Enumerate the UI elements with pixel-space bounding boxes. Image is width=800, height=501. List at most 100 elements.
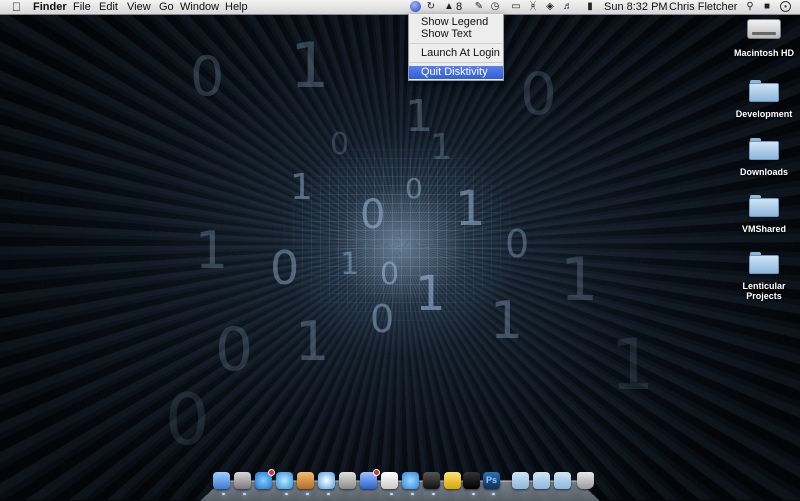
disktivity-status-menu: Show Legend Show Text Launch At Login Qu… [408, 14, 504, 81]
menu-bar:  Finder File Edit View Go Window Help ↻… [0, 0, 800, 15]
menu-window[interactable]: Window [180, 1, 219, 13]
wallpaper-digit: 1 [430, 127, 453, 168]
wallpaper-digit: 1 [290, 29, 330, 102]
battery-icon[interactable]: ▮ [583, 1, 597, 12]
adium-status-icon[interactable]: ▲ [444, 1, 454, 12]
dock-running-indicator [492, 493, 495, 495]
wallpaper-digit: 0 [370, 297, 395, 341]
pencil-icon[interactable] [360, 469, 380, 489]
wallpaper-digit: 0 [190, 45, 225, 108]
app-store-icon[interactable] [255, 469, 275, 489]
desktop-icon-downloads[interactable]: Downloads [724, 138, 800, 177]
airplay-icon[interactable]: ▭ [511, 1, 521, 12]
mail-icon[interactable] [339, 472, 356, 489]
desktop-icon-label: Downloads [739, 167, 788, 177]
launchpad-icon[interactable] [234, 472, 251, 489]
notification-badge [268, 469, 275, 476]
trash-icon[interactable] [577, 472, 594, 489]
menu-clock[interactable]: Sun 8:32 PM [604, 1, 668, 13]
menu-user-name[interactable]: Chris Fletcher [669, 1, 737, 13]
wallpaper-digit: 1 [610, 324, 655, 406]
wallpaper-digit: 0 [405, 172, 423, 205]
status-count: 8 [456, 1, 463, 13]
dock-running-indicator [285, 493, 288, 495]
notification-badge [373, 469, 380, 476]
wallpaper-digit: 1 [490, 291, 524, 351]
wallpaper-digit: 1 [415, 266, 446, 322]
spotlight-search-icon[interactable]: ⚲ [745, 1, 755, 12]
photoshop-icon[interactable]: Ps [483, 472, 500, 489]
gauge-icon[interactable] [444, 472, 461, 489]
folder-icon[interactable] [533, 472, 550, 489]
wallpaper-digit: 1 [290, 167, 313, 208]
time-machine-icon[interactable]: ◷ [490, 1, 500, 12]
wallpaper-digit: 1 [295, 310, 330, 373]
menu-separator [410, 43, 502, 44]
wallpaper-digit: 0 [505, 222, 530, 266]
wallpaper-digit: 0 [165, 379, 210, 461]
messages-icon[interactable] [402, 472, 419, 489]
finder-icon[interactable] [213, 472, 230, 489]
wallpaper-digit: 0 [520, 60, 557, 128]
menu-file[interactable]: File [73, 1, 91, 13]
notification-icon[interactable]: • [780, 1, 791, 12]
volume-icon[interactable]: ♬ [563, 1, 573, 12]
folder-icon [749, 80, 779, 102]
camera-icon[interactable] [423, 472, 440, 489]
apple-menu-icon[interactable]:  [12, 1, 21, 13]
desktop-icon-label: Development [735, 109, 793, 119]
disktivity-status-icon[interactable] [410, 1, 421, 12]
menu-separator [410, 62, 502, 63]
dock-running-indicator [243, 493, 246, 495]
terminal-icon[interactable] [463, 472, 480, 489]
wallpaper-digit: 0 [380, 257, 400, 292]
folder-icon [749, 138, 779, 160]
user-silhouette-icon[interactable]: ■ [762, 1, 772, 12]
desktop-icon-vmshared[interactable]: VMShared [724, 195, 800, 234]
pen-status-icon[interactable]: ✎ [474, 1, 484, 12]
wallpaper-digit: 0 [360, 192, 386, 238]
wallpaper-digit: 1 [405, 91, 433, 142]
textedit-icon[interactable] [381, 472, 398, 489]
photo-icon[interactable] [297, 472, 314, 489]
folder-icon [749, 252, 779, 274]
desktop-wallpaper: 01011010101010101010110 [0, 0, 800, 500]
desktop-icon-development[interactable]: Development [724, 80, 800, 119]
folder-icon[interactable] [554, 472, 571, 489]
menu-item-show-text[interactable]: Show Text [409, 28, 503, 40]
menu-item-show-legend[interactable]: Show Legend [409, 16, 503, 28]
menu-finder[interactable]: Finder [33, 1, 67, 13]
menu-edit[interactable]: Edit [99, 1, 118, 13]
safari-icon[interactable] [318, 472, 335, 489]
itunes-icon[interactable] [276, 472, 293, 489]
wallpaper-digit: 1 [340, 247, 360, 282]
wallpaper-digit: 1 [560, 245, 599, 315]
dock-running-indicator [390, 493, 393, 495]
desktop-icon-macintosh-hd[interactable]: Macintosh HD [724, 19, 800, 58]
sync-status-icon[interactable]: ↻ [426, 1, 436, 12]
menu-go[interactable]: Go [159, 1, 174, 13]
wallpaper-digit: 0 [330, 127, 350, 162]
wallpaper-digit: 1 [195, 221, 229, 281]
dock-running-indicator [472, 493, 475, 495]
menu-item-launch-at-login[interactable]: Launch At Login [409, 47, 503, 59]
wallpaper-digit: 0 [215, 315, 254, 385]
desktop-icon-label: Macintosh HD [733, 48, 794, 58]
desktop-icon-lenticular-projects[interactable]: Lenticular Projects [724, 252, 800, 301]
desktop-icon-label: Lenticular Projects [742, 281, 786, 301]
menu-item-quit-disktivity[interactable]: Quit Disktivity [409, 66, 503, 79]
desktop-icon-label: VMShared [741, 224, 786, 234]
menu-help[interactable]: Help [225, 1, 248, 13]
dock-running-indicator [222, 493, 225, 495]
hard-drive-icon [747, 19, 781, 39]
dock-running-indicator [306, 493, 309, 495]
folder-icon [749, 195, 779, 217]
bluetooth-icon[interactable]: ᚸ [528, 1, 538, 12]
wallpaper-digit: 0 [270, 241, 300, 295]
dock-running-indicator [327, 493, 330, 495]
dock-running-indicator [411, 493, 414, 495]
menu-view[interactable]: View [127, 1, 151, 13]
folder-icon[interactable] [512, 472, 529, 489]
wallpaper-digit: 1 [455, 181, 486, 237]
wifi-icon[interactable]: ◈ [545, 1, 555, 12]
